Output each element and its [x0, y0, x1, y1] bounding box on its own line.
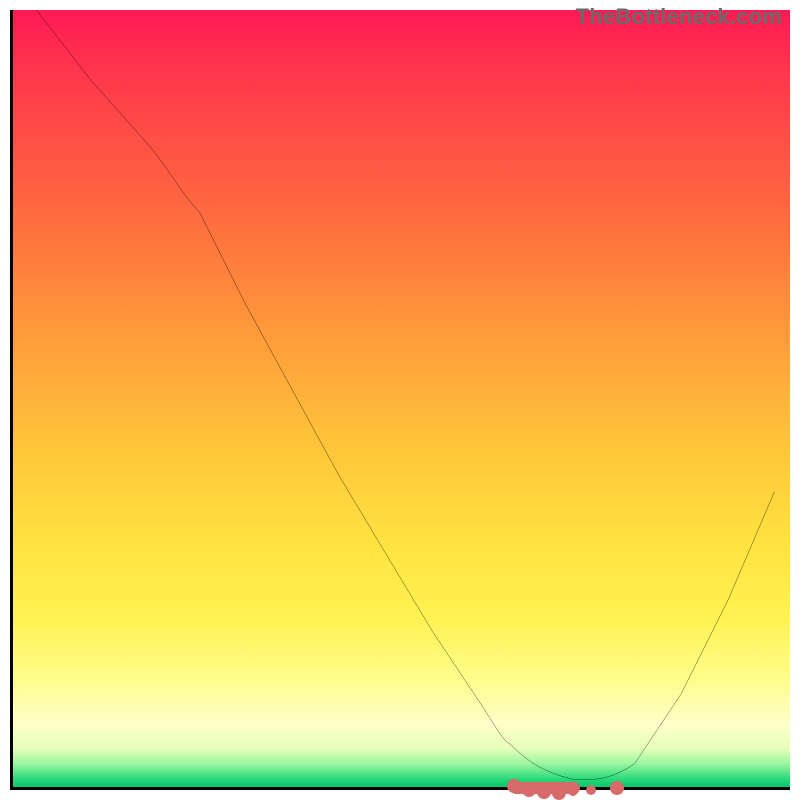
optimal-marker-dot	[568, 786, 578, 796]
optimal-marker-dot	[552, 786, 566, 800]
bottleneck-curve	[13, 10, 790, 787]
optimal-marker-dot	[537, 785, 551, 799]
optimal-marker-dot	[586, 785, 596, 795]
optimal-marker-dot	[522, 783, 536, 797]
plot-area	[10, 10, 790, 790]
optimal-marker-dot	[610, 781, 624, 795]
curve-path	[36, 10, 774, 780]
watermark-text: TheBottleneck.com	[576, 4, 782, 30]
optimal-marker-dot	[507, 779, 521, 793]
chart-stage: TheBottleneck.com	[0, 0, 800, 800]
